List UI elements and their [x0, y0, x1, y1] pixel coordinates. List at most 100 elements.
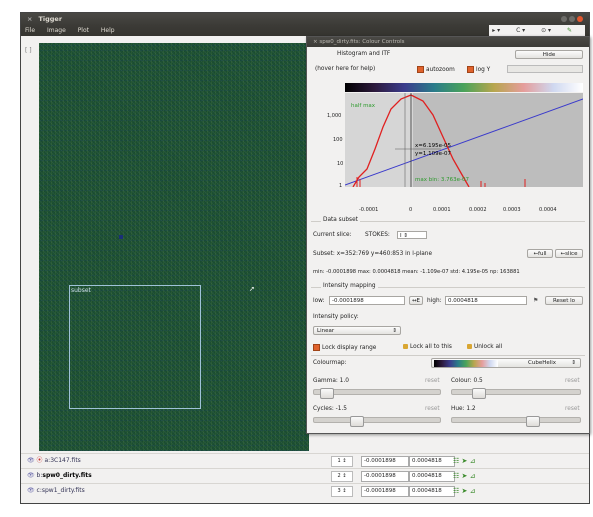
dialog-title: spw0_dirty.fits: Colour Controls	[319, 39, 405, 45]
slice-button[interactable]: ←slice	[555, 249, 583, 258]
histogram-plot[interactable]: half max x=6.195e-05 y=1.109e-07 max bin…	[345, 93, 583, 187]
layer-name: 👁 c:spw1_dirty.fits	[27, 487, 85, 494]
gamma-label: Gamma: 1.0	[313, 378, 349, 384]
brush-icon[interactable]: ✎	[567, 27, 572, 34]
x-tick: -0.0001	[359, 207, 379, 213]
slider-knob	[526, 416, 540, 427]
colour-slider[interactable]	[451, 388, 581, 399]
y-tick: 10	[337, 161, 344, 167]
reset-lo-button[interactable]: Reset lo	[545, 296, 583, 305]
stokes-label: STOKES:	[365, 232, 390, 238]
settings-icon[interactable]: ⊙ ▾	[541, 27, 551, 34]
colour-label: Colour: 0.5	[451, 378, 483, 384]
current-slice-label: Current slice:	[313, 232, 352, 238]
hue-slider[interactable]	[451, 416, 581, 427]
stats-text: min: -0.0001898 max: 0.0004818 mean: -1.…	[313, 269, 520, 275]
layer-row[interactable]: 👁 ⦿ a:3C147.fits 1 ↕ -0.0001898 0.000481…	[21, 453, 589, 467]
dialog-titlebar: × spw0_dirty.fits: Colour Controls	[307, 37, 589, 47]
layer-high-value[interactable]: 0.0004818	[409, 486, 455, 497]
zorder-spinner[interactable]: 3 ↕	[331, 486, 353, 497]
lock-all-button[interactable]: Lock all to this	[403, 344, 452, 350]
layer-row[interactable]: 👁 b:spw0_dirty.fits 2 ↕ -0.0001898 0.000…	[21, 468, 589, 482]
close-window-icon[interactable]	[577, 16, 583, 22]
lock-icon	[403, 344, 408, 349]
colourmap-label: Colourmap:	[313, 360, 347, 366]
colourmap-dropdown[interactable]: CubeHelix ⇕	[431, 358, 581, 368]
low-label: low:	[313, 298, 325, 304]
menu-image[interactable]: Image	[47, 27, 66, 34]
unlock-all-button[interactable]: Unlock all	[467, 344, 502, 350]
stokes-selector[interactable]: I ⇕	[397, 231, 427, 239]
half-max-label: half max	[351, 103, 376, 109]
colourbar	[345, 83, 583, 92]
logy-checkbox[interactable]: log Y	[467, 66, 490, 73]
data-subset-section-title: Data subset	[321, 217, 360, 223]
policy-dropdown[interactable]: Linear ⇕	[313, 326, 401, 335]
layer-name: 👁 ⦿ a:3C147.fits	[27, 457, 81, 464]
layer-tools-icon[interactable]: ☷ ➤ ⊿	[453, 454, 475, 468]
high-label: high:	[427, 298, 442, 304]
full-button[interactable]: ←full	[527, 249, 553, 258]
left-gutter: [ ]	[21, 37, 39, 447]
x-tick: 0.0004	[539, 207, 557, 213]
hide-button[interactable]: Hide	[515, 50, 583, 59]
reload-icon[interactable]: C ▾	[516, 27, 525, 34]
gamma-slider[interactable]	[313, 388, 441, 399]
layer-high-value[interactable]: 0.0004818	[409, 471, 455, 482]
colourmap-swatch	[434, 360, 498, 367]
cycles-reset[interactable]: reset	[425, 406, 440, 412]
layer-high-value[interactable]: 0.0004818	[409, 456, 455, 467]
eye-icon: 👁	[27, 472, 35, 479]
slider-knob	[320, 388, 334, 399]
intensity-section-title: Intensity mapping	[321, 283, 378, 289]
eye-icon: 👁	[27, 487, 35, 494]
close-icon[interactable]: ×	[27, 15, 32, 23]
menu-help[interactable]: Help	[101, 27, 115, 34]
swap-button[interactable]: ↔E	[409, 296, 423, 305]
minimize-icon[interactable]	[561, 16, 567, 22]
mouse-cursor-icon: ➚	[249, 285, 255, 293]
policy-label: Intensity policy:	[313, 314, 359, 320]
x-tick: 0	[409, 207, 413, 213]
y-tick: 100	[333, 137, 343, 143]
nav-toolbar: ▸ ▾ C ▾ ⊙ ▾ ✎	[489, 25, 585, 36]
layer-low-value[interactable]: -0.0001898	[361, 456, 409, 467]
low-input[interactable]: -0.0001898	[329, 296, 405, 305]
flag-icon: ⚑	[533, 297, 539, 304]
slider-knob	[350, 416, 364, 427]
zorder-spinner[interactable]: 2 ↕	[331, 471, 353, 482]
zorder-spinner[interactable]: 1 ↕	[331, 456, 353, 467]
menu-file[interactable]: File	[25, 27, 35, 34]
expand-icon[interactable]: [ ]	[25, 47, 32, 54]
menu-plot[interactable]: Plot	[78, 27, 89, 34]
arrow-tool-icon[interactable]: ▸ ▾	[492, 27, 500, 34]
autozoom-checkbox[interactable]: autozoom	[417, 66, 455, 73]
source-marker	[119, 235, 123, 239]
y-tick: 1	[339, 183, 343, 189]
layer-name: 👁 b:spw0_dirty.fits	[27, 472, 92, 479]
window-titlebar: × Tigger	[21, 13, 589, 25]
lock-display-checkbox[interactable]: Lock display range	[313, 344, 376, 351]
layer-low-value[interactable]: -0.0001898	[361, 471, 409, 482]
subset-text: Subset: x=352:769 y=460:853 in l-plane	[313, 251, 433, 257]
maximize-icon[interactable]	[569, 16, 575, 22]
window-title: Tigger	[38, 15, 63, 23]
subset-box[interactable]	[69, 285, 201, 409]
high-input[interactable]: 0.0004818	[445, 296, 527, 305]
x-tick: 0.0003	[503, 207, 521, 213]
layer-tools-icon[interactable]: ☷ ➤ ⊿	[453, 469, 475, 483]
histogram-zoom-slider[interactable]	[507, 65, 583, 73]
subset-label: subset	[71, 287, 91, 294]
eye-icon: 👁	[27, 457, 35, 464]
help-hint[interactable]: (hover here for help)	[315, 66, 375, 72]
colour-reset[interactable]: reset	[565, 378, 580, 384]
gamma-reset[interactable]: reset	[425, 378, 440, 384]
hue-label: Hue: 1.2	[451, 406, 476, 412]
x-tick: 0.0001	[433, 207, 451, 213]
annotation-y: y=1.109e-07	[415, 151, 451, 157]
cycles-slider[interactable]	[313, 416, 441, 427]
hue-reset[interactable]: reset	[565, 406, 580, 412]
layer-low-value[interactable]: -0.0001898	[361, 486, 409, 497]
layer-row[interactable]: 👁 c:spw1_dirty.fits 3 ↕ -0.0001898 0.000…	[21, 483, 589, 497]
layer-tools-icon[interactable]: ☷ ➤ ⊿	[453, 484, 475, 498]
